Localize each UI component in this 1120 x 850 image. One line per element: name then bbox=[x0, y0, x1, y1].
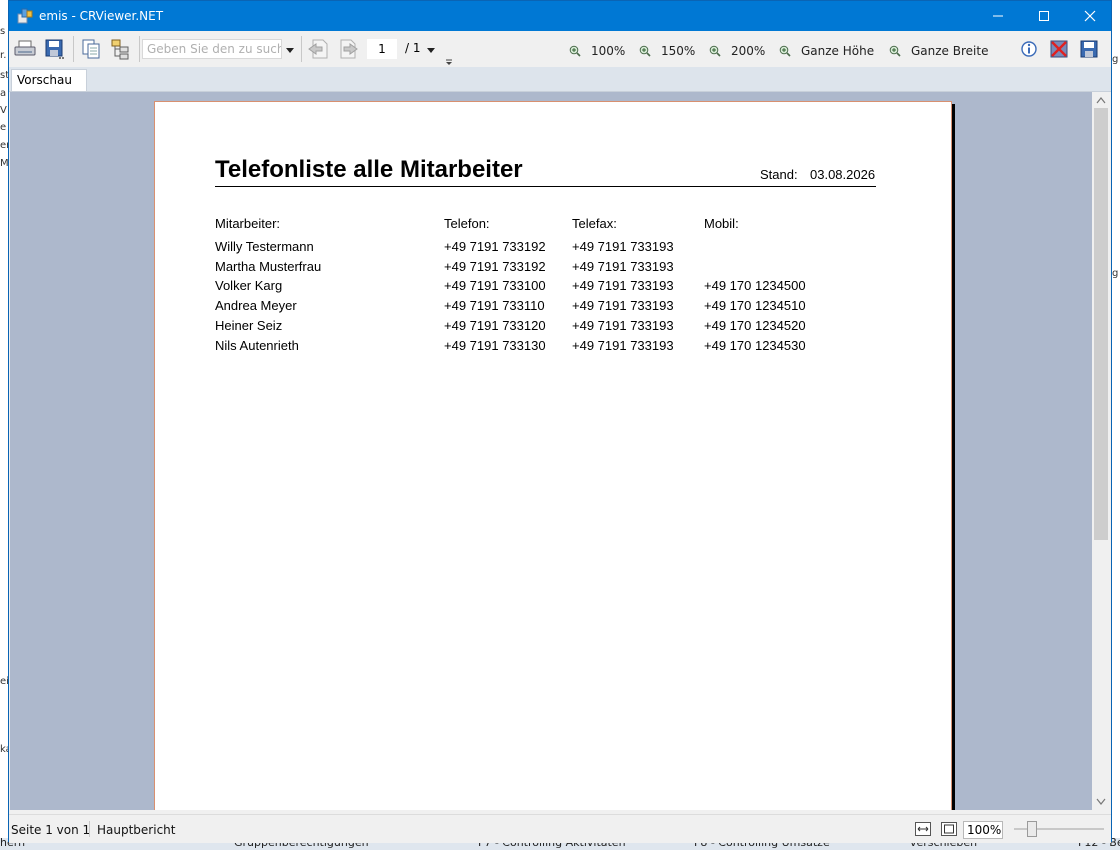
window-title: emis - CRViewer.NET bbox=[39, 9, 164, 23]
magnifier-icon bbox=[889, 45, 901, 57]
column-header-telefax: Telefax: bbox=[572, 216, 617, 231]
status-bar: Seite 1 von 1 Hauptbericht 100% bbox=[9, 814, 1111, 843]
zoom-slider-thumb[interactable] bbox=[1027, 821, 1037, 837]
fit-page-button[interactable] bbox=[941, 822, 957, 839]
column-header-telefon: Telefon: bbox=[444, 216, 490, 231]
app-icon bbox=[17, 8, 33, 24]
crviewer-window: emis - CRViewer.NET Geben Sie den zu suc… bbox=[8, 0, 1112, 843]
stand-date: 03.08.2026 bbox=[810, 167, 876, 182]
page-back-icon bbox=[308, 39, 328, 59]
row-mitarbeiter: Heiner Seiz bbox=[215, 317, 283, 333]
save-disk-icon bbox=[45, 39, 64, 59]
info-icon bbox=[1021, 41, 1037, 57]
row-telefax: +49 7191 733193 bbox=[572, 337, 674, 353]
copy-button[interactable] bbox=[79, 37, 103, 61]
row-telefax: +49 7191 733193 bbox=[572, 239, 674, 254]
row-telefon: +49 7191 733192 bbox=[444, 239, 546, 254]
fit-page-icon bbox=[941, 822, 957, 836]
zoom-100-button[interactable]: 100% bbox=[569, 41, 625, 61]
row-mobil: +49 170 1234530 bbox=[704, 337, 806, 353]
row-telefon: +49 7191 733120 bbox=[444, 317, 546, 333]
tab-vorschau[interactable]: Vorschau bbox=[11, 69, 87, 91]
row-telefax: +49 7191 733193 bbox=[572, 278, 674, 294]
close-icon bbox=[1084, 10, 1096, 22]
page-forward-icon bbox=[340, 39, 358, 59]
printer-icon bbox=[14, 40, 36, 56]
next-page-button[interactable] bbox=[335, 37, 359, 61]
row-telefax: +49 7191 733193 bbox=[572, 317, 674, 333]
search-dropdown[interactable] bbox=[285, 44, 295, 58]
scrollbar-thumb[interactable] bbox=[1094, 108, 1108, 540]
close-report-button[interactable] bbox=[1047, 37, 1071, 61]
maximize-button[interactable] bbox=[1021, 1, 1067, 31]
row-telefax: +49 7191 733193 bbox=[572, 258, 674, 274]
scroll-down-icon[interactable] bbox=[1096, 798, 1106, 805]
title-underline bbox=[215, 186, 876, 187]
export-button[interactable] bbox=[43, 37, 67, 61]
info-button[interactable] bbox=[1017, 37, 1041, 61]
zoom-150-button[interactable]: 150% bbox=[639, 41, 695, 61]
report-page: Telefonliste alle Mitarbeiter Stand: 03.… bbox=[154, 101, 952, 810]
tab-strip: Vorschau bbox=[9, 67, 1111, 92]
title-bar[interactable]: emis - CRViewer.NET bbox=[9, 1, 1111, 31]
fit-width-button[interactable] bbox=[915, 822, 931, 839]
row-mitarbeiter: Martha Musterfrau bbox=[215, 258, 322, 274]
page-dropdown[interactable] bbox=[426, 44, 436, 58]
report-preview-area[interactable]: Telefonliste alle Mitarbeiter Stand: 03.… bbox=[10, 92, 1092, 810]
vertical-scrollbar[interactable] bbox=[1092, 92, 1110, 810]
overflow-chevron-icon bbox=[446, 59, 452, 65]
column-header-mitarbeiter: Mitarbeiter: bbox=[215, 216, 281, 231]
row-mitarbeiter: Willy Testermann bbox=[215, 239, 314, 254]
row-telefon: +49 7191 733130 bbox=[444, 337, 546, 353]
magnifier-icon bbox=[709, 45, 721, 57]
row-telefon: +49 7191 733192 bbox=[444, 258, 546, 274]
previous-page-button[interactable] bbox=[307, 37, 331, 61]
print-button[interactable] bbox=[13, 37, 37, 61]
row-telefax: +49 7191 733193 bbox=[572, 298, 674, 314]
close-button[interactable] bbox=[1067, 1, 1113, 31]
scroll-up-icon[interactable] bbox=[1096, 97, 1106, 104]
column-header-mobil: Mobil: bbox=[704, 216, 739, 231]
row-mobil: +49 170 1234510 bbox=[704, 298, 806, 314]
zoom-full-height-button[interactable]: Ganze Höhe bbox=[779, 41, 874, 61]
row-telefon: +49 7191 733100 bbox=[444, 278, 546, 294]
status-page-info: Seite 1 von 1 bbox=[11, 823, 91, 837]
stand-label: Stand: bbox=[760, 167, 798, 182]
save-button[interactable] bbox=[1077, 37, 1101, 61]
page-number-input[interactable]: 1 bbox=[367, 39, 397, 59]
close-report-icon bbox=[1050, 40, 1068, 58]
zoom-level-field[interactable]: 100% bbox=[963, 821, 1003, 839]
page-total: / 1 bbox=[405, 41, 421, 55]
fit-width-icon bbox=[915, 822, 931, 836]
minimize-button[interactable] bbox=[975, 1, 1021, 31]
row-mobil: +49 170 1234520 bbox=[704, 317, 806, 333]
search-input[interactable]: Geben Sie den zu suchenden Text ein bbox=[142, 39, 282, 59]
toolbar: Geben Sie den zu suchenden Text ein 1 / … bbox=[9, 31, 1111, 67]
row-mobil: +49 170 1234500 bbox=[704, 278, 806, 294]
save-disk-icon bbox=[1080, 40, 1098, 58]
magnifier-icon bbox=[569, 45, 581, 57]
row-mitarbeiter: Nils Autenrieth bbox=[215, 337, 299, 353]
copy-pages-icon bbox=[82, 39, 100, 59]
zoom-full-width-button[interactable]: Ganze Breite bbox=[889, 41, 988, 61]
row-telefon: +49 7191 733110 bbox=[444, 298, 545, 314]
chevron-down-icon bbox=[286, 48, 294, 53]
background-app-right-edge: g g bbox=[1112, 0, 1120, 850]
report-title: Telefonliste alle Mitarbeiter bbox=[215, 156, 523, 183]
row-mitarbeiter: Andrea Meyer bbox=[215, 298, 297, 314]
chevron-down-icon bbox=[427, 48, 435, 53]
group-tree-button[interactable] bbox=[109, 37, 133, 61]
magnifier-icon bbox=[779, 45, 791, 57]
tree-icon bbox=[111, 39, 129, 60]
minimize-icon bbox=[993, 15, 1003, 17]
status-report-name: Hauptbericht bbox=[97, 823, 176, 837]
magnifier-icon bbox=[639, 45, 651, 57]
zoom-200-button[interactable]: 200% bbox=[709, 41, 765, 61]
maximize-icon bbox=[1039, 11, 1049, 21]
row-mitarbeiter: Volker Karg bbox=[215, 278, 283, 294]
